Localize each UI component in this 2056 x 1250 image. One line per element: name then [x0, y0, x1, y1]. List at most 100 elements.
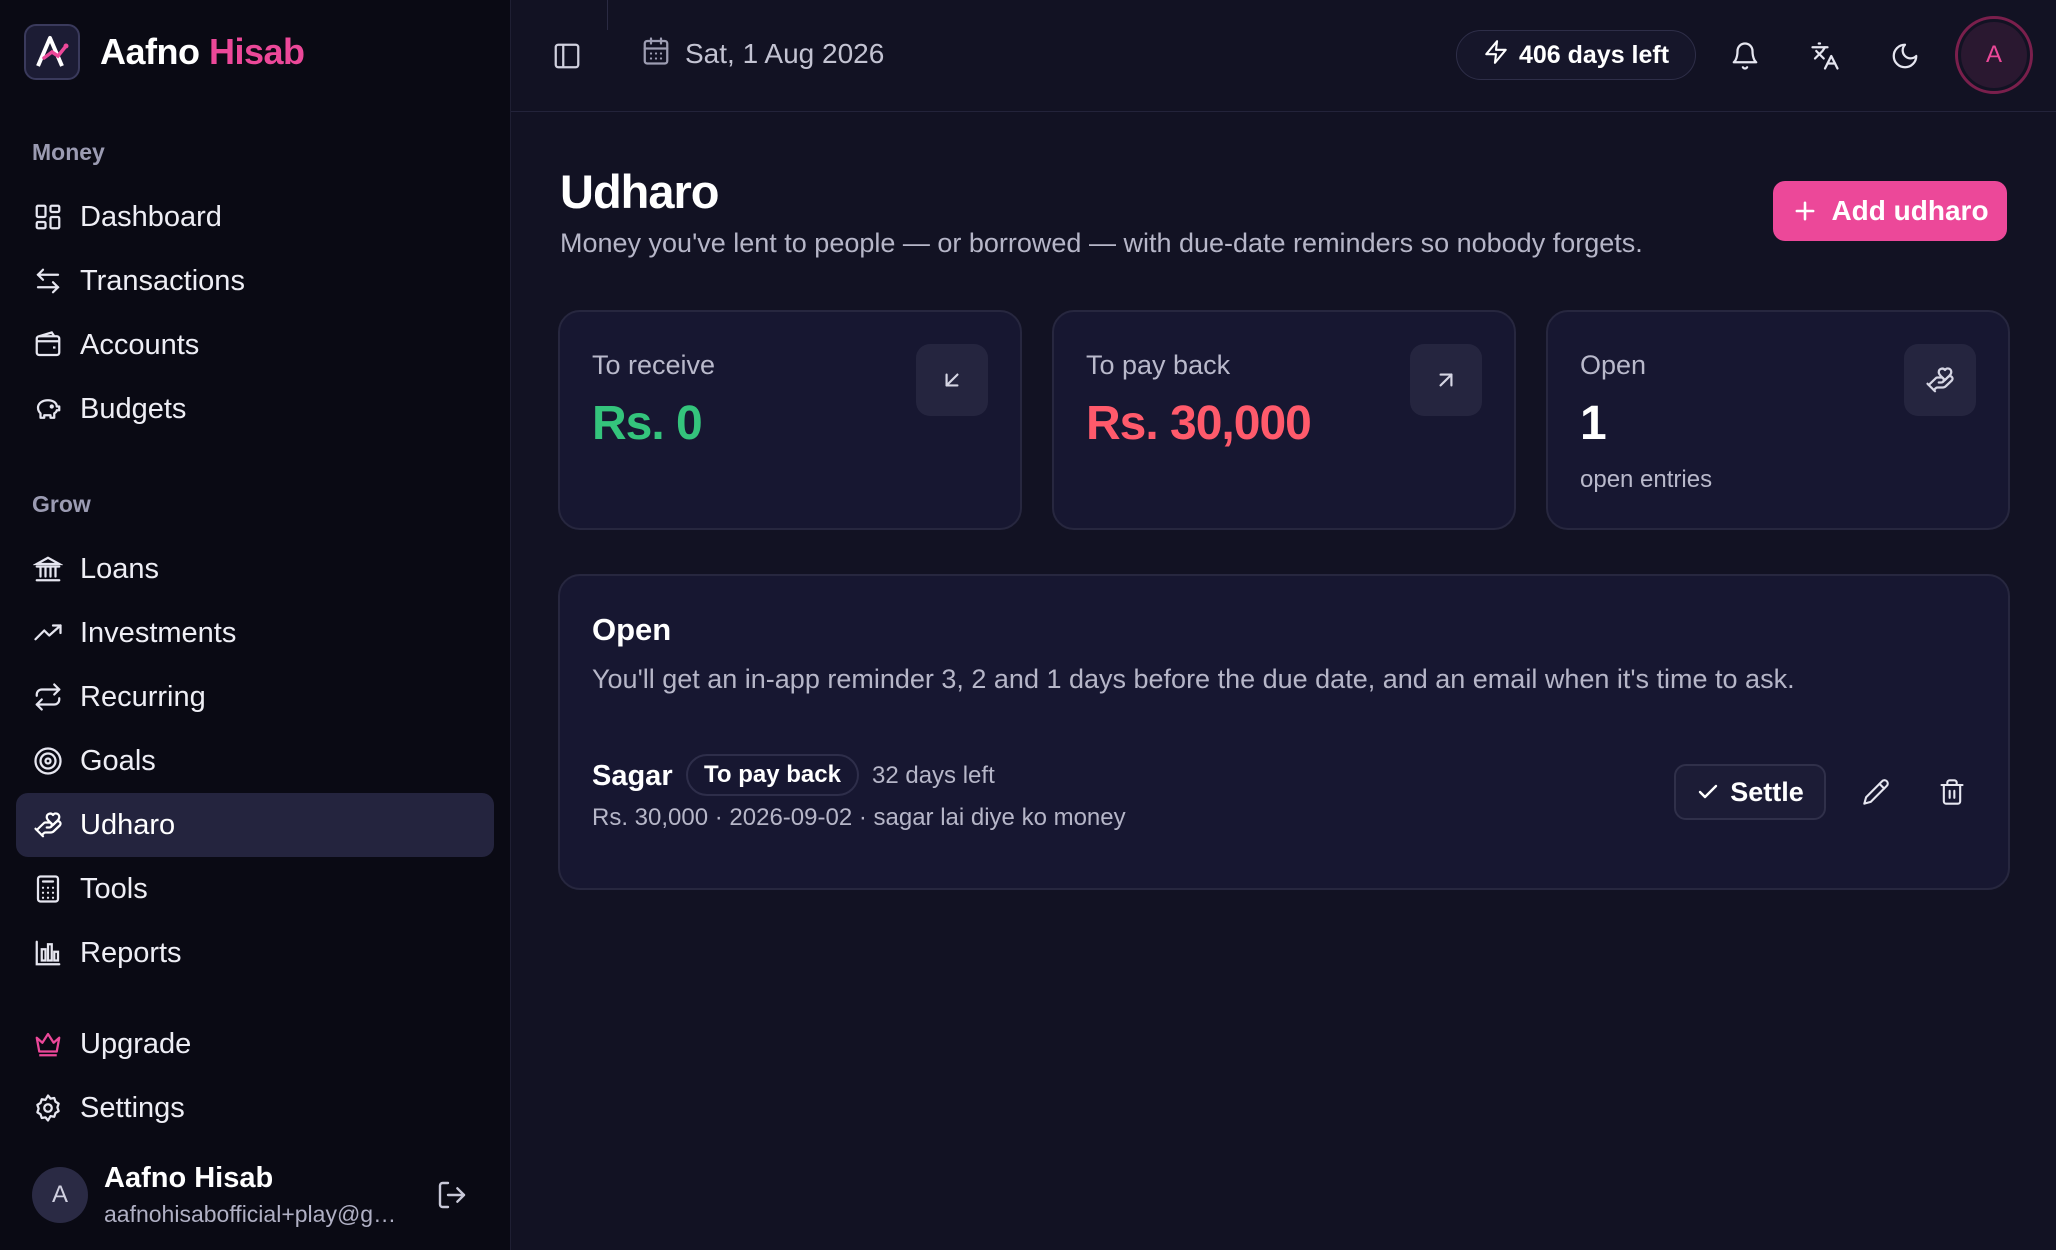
stat-label: To receive — [592, 350, 716, 380]
avatar: A — [32, 1167, 88, 1223]
dashboard-icon — [32, 201, 64, 233]
translate-icon[interactable] — [1805, 36, 1845, 76]
piggy-bank-icon — [32, 393, 64, 425]
section-title: Open — [592, 612, 672, 647]
divider — [607, 0, 608, 30]
days-left-text: 406 days left — [1518, 40, 1670, 69]
page-title: Udharo — [560, 165, 719, 218]
stat-label: To pay back — [1086, 350, 1231, 380]
app-root: Aafno Hisab Money Dashboard Transactions… — [0, 0, 2056, 1250]
moon-icon[interactable] — [1885, 36, 1925, 76]
stat-label: Open — [1580, 350, 1647, 380]
calculator-icon — [32, 873, 64, 905]
sidebar-item-reports[interactable]: Reports — [16, 921, 494, 985]
topbar: Sat, 1 Aug 2026 406 days left A — [511, 0, 2056, 112]
status-badge: To pay back — [686, 754, 859, 796]
sidebar-item-dashboard[interactable]: Dashboard — [16, 185, 494, 249]
section-label-money: Money — [32, 139, 105, 165]
sidebar-item-investments[interactable]: Investments — [16, 601, 494, 665]
sidebar-item-label: Budgets — [80, 392, 187, 425]
date-text: Sat, 1 Aug 2026 — [685, 37, 885, 69]
bank-icon — [32, 553, 64, 585]
trending-up-icon — [32, 617, 64, 649]
settle-label: Settle — [1730, 776, 1804, 807]
stat-value: Rs. 0 — [592, 397, 703, 450]
handshake-icon — [1904, 344, 1976, 416]
edit-icon[interactable] — [1856, 772, 1896, 812]
handshake-icon — [32, 809, 64, 841]
sidebar-item-goals[interactable]: Goals — [16, 729, 494, 793]
sidebar-item-label: Recurring — [80, 680, 206, 713]
stat-extra: open entries — [1580, 466, 1713, 493]
sidebar-item-accounts[interactable]: Accounts — [16, 313, 494, 377]
brand-name-part2: Hisab — [209, 31, 305, 72]
plus-icon — [1796, 201, 1815, 221]
user-info: Aafno Hisab aafnohisabofficial+play@gmai… — [104, 1162, 414, 1228]
sidebar-item-label: Reports — [80, 936, 182, 969]
sidebar: Aafno Hisab Money Dashboard Transactions… — [0, 0, 511, 1250]
logo-icon — [24, 24, 80, 80]
user-profile[interactable]: A Aafno Hisab aafnohisabofficial+play@gm… — [32, 1158, 478, 1232]
user-name: Aafno Hisab — [104, 1162, 274, 1194]
brand-name-part1: Aafno — [100, 31, 200, 72]
wallet-icon — [32, 329, 64, 361]
brand-name: Aafno Hisab — [100, 31, 305, 73]
sidebar-item-upgrade[interactable]: Upgrade — [16, 1012, 494, 1076]
gear-icon — [32, 1092, 64, 1124]
entry-days-left: 32 days left — [872, 762, 995, 789]
sidebar-item-label: Investments — [80, 616, 237, 649]
stat-value: 1 — [1580, 397, 1607, 450]
lightning-icon — [1483, 39, 1509, 72]
sidebar-item-settings[interactable]: Settings — [16, 1076, 494, 1140]
user-avatar-button[interactable]: A — [1955, 16, 2033, 94]
target-icon — [32, 745, 64, 777]
stat-card-to-pay-back: To pay back Rs. 30,000 — [1052, 310, 1516, 530]
stat-card-open: Open 1 open entries — [1546, 310, 2010, 530]
sidebar-item-label: Settings — [80, 1091, 185, 1124]
sidebar-item-label: Transactions — [80, 264, 245, 297]
date-display: Sat, 1 Aug 2026 — [641, 36, 884, 71]
arrow-down-left-icon — [916, 344, 988, 416]
check-icon — [1699, 784, 1718, 799]
settle-button[interactable]: Settle — [1674, 764, 1826, 820]
open-entries-card: Open You'll get an in-app reminder 3, 2 … — [558, 574, 2010, 890]
bell-icon[interactable] — [1725, 36, 1765, 76]
avatar: A — [1961, 22, 2027, 88]
sidebar-item-label: Goals — [80, 744, 156, 777]
section-label-grow: Grow — [32, 491, 91, 517]
sidebar-item-label: Udharo — [80, 808, 176, 841]
stat-value: Rs. 30,000 — [1086, 397, 1312, 450]
sidebar-item-tools[interactable]: Tools — [16, 857, 494, 921]
entry-name: Sagar — [592, 760, 673, 792]
days-left-badge[interactable]: 406 days left — [1456, 30, 1696, 80]
bar-chart-icon — [32, 937, 64, 969]
sidebar-item-label: Tools — [80, 872, 148, 905]
stat-card-to-receive: To receive Rs. 0 — [558, 310, 1022, 530]
sidebar-item-udharo[interactable]: Udharo — [16, 793, 494, 857]
repeat-icon — [32, 681, 64, 713]
calendar-icon — [641, 36, 671, 71]
arrow-up-right-icon — [1410, 344, 1482, 416]
section-description: You'll get an in-app reminder 3, 2 and 1… — [592, 664, 1795, 694]
list-item: Sagar To pay back 32 days left Rs. 30,00… — [592, 754, 1982, 834]
sidebar-item-transactions[interactable]: Transactions — [16, 249, 494, 313]
brand[interactable]: Aafno Hisab — [24, 24, 305, 80]
crown-icon — [32, 1028, 64, 1060]
sidebar-toggle-icon[interactable] — [547, 36, 587, 76]
sidebar-item-label: Upgrade — [80, 1027, 192, 1060]
logout-icon[interactable] — [432, 1175, 472, 1215]
add-udharo-button[interactable]: Add udharo — [1773, 181, 2007, 241]
sidebar-item-budgets[interactable]: Budgets — [16, 377, 494, 441]
transactions-icon — [32, 265, 64, 297]
sidebar-item-loans[interactable]: Loans — [16, 537, 494, 601]
sidebar-item-label: Dashboard — [80, 200, 222, 233]
main-content: Udharo Money you've lent to people — or … — [511, 112, 2056, 1250]
sidebar-item-label: Loans — [80, 552, 160, 585]
add-udharo-label: Add udharo — [1831, 195, 1989, 226]
page-subtitle: Money you've lent to people — or borrowe… — [560, 228, 1643, 258]
sidebar-item-recurring[interactable]: Recurring — [16, 665, 494, 729]
user-email: aafnohisabofficial+play@gmail.com — [104, 1201, 414, 1227]
entry-meta: Rs. 30,000 · 2026-09-02 · sagar lai diye… — [592, 804, 1126, 831]
trash-icon[interactable] — [1932, 772, 1972, 812]
sidebar-item-label: Accounts — [80, 328, 200, 361]
